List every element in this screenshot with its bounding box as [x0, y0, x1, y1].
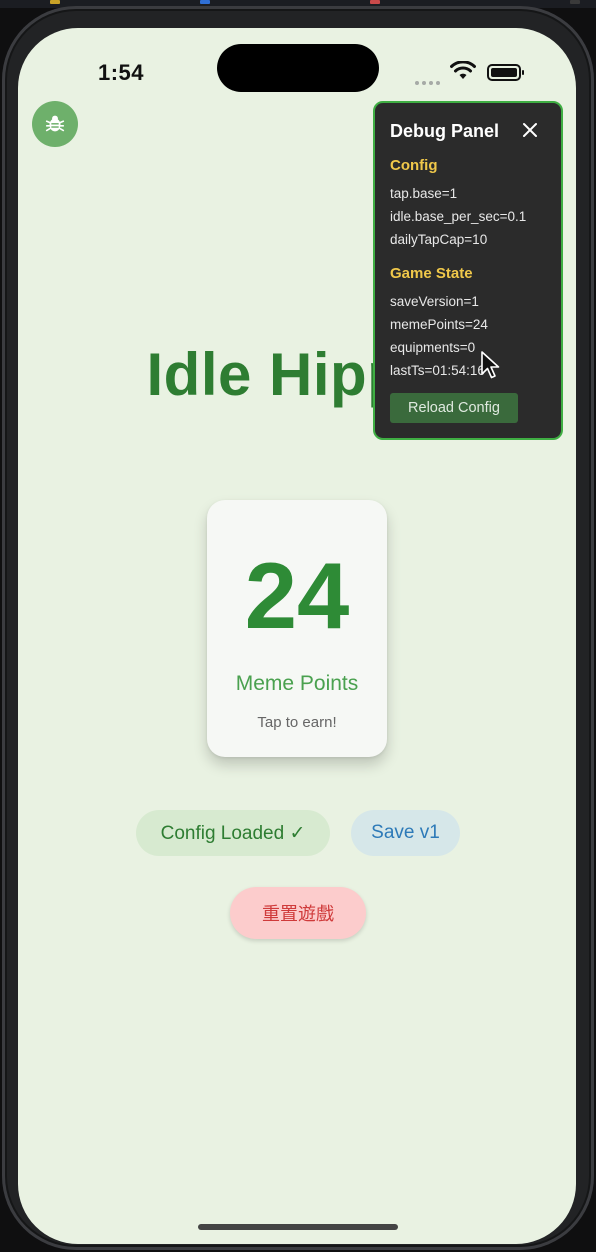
- close-icon: [523, 123, 537, 137]
- phone-frame: 1:54 Idle Hippo 24 Meme Points Tap to ea…: [2, 6, 594, 1250]
- battery-icon: [487, 64, 524, 81]
- signal-icon: [415, 72, 443, 90]
- debug-toggle-button[interactable]: [32, 101, 78, 147]
- state-line: equipments=0: [390, 340, 476, 355]
- meme-points-card[interactable]: 24 Meme Points Tap to earn!: [207, 500, 387, 757]
- config-line: dailyTapCap=10: [390, 232, 488, 247]
- reset-game-button[interactable]: 重置遊戲: [230, 887, 366, 939]
- save-version-chip: Save v1: [351, 810, 460, 856]
- debug-panel: Debug Panel Config tap.base=1 idle.base_…: [373, 101, 563, 440]
- config-section-heading: Config: [390, 157, 438, 174]
- debug-panel-title: Debug Panel: [390, 121, 500, 141]
- home-indicator[interactable]: [198, 1224, 398, 1230]
- close-button[interactable]: [520, 120, 540, 140]
- bug-icon: [45, 115, 65, 132]
- status-time: 1:54: [98, 60, 145, 85]
- config-line: tap.base=1: [390, 186, 458, 201]
- game-state-section-heading: Game State: [390, 265, 473, 282]
- points-value: 24: [244, 543, 350, 648]
- tap-hint: Tap to earn!: [257, 714, 337, 731]
- reload-config-button[interactable]: Reload Config: [390, 393, 518, 423]
- state-line: lastTs=01:54:16: [390, 363, 485, 378]
- points-label: Meme Points: [235, 672, 359, 695]
- dynamic-island: [217, 44, 379, 92]
- config-status-chip: Config Loaded ✓: [136, 810, 330, 856]
- state-line: saveVersion=1: [390, 294, 479, 309]
- mouse-pointer-icon: [480, 350, 502, 385]
- state-line: memePoints=24: [390, 317, 488, 332]
- app-screen: 1:54 Idle Hippo 24 Meme Points Tap to ea…: [18, 28, 576, 1244]
- wifi-icon: [450, 60, 476, 86]
- config-line: idle.base_per_sec=0.1: [390, 209, 527, 224]
